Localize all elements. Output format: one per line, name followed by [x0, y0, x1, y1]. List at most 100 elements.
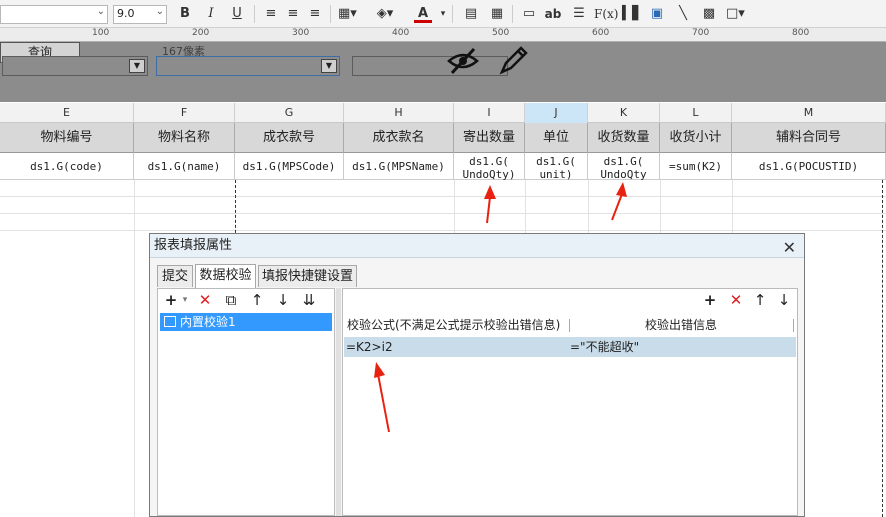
header-cell[interactable]: 收货小计 — [660, 123, 732, 153]
chart-icon[interactable]: ▍▋ — [622, 5, 642, 23]
grid-line — [134, 180, 135, 517]
annotation-arrow — [374, 362, 390, 433]
column-header-G[interactable]: G — [235, 103, 344, 123]
row-up-icon[interactable]: ↑ — [751, 291, 769, 309]
ruler-label: 500 — [492, 28, 510, 38]
data-cell[interactable]: ds1.G(POCUSTID) — [732, 153, 886, 180]
header-cell[interactable]: 成衣款名 — [344, 123, 454, 153]
separator — [452, 5, 453, 23]
font-size-select[interactable]: 9.0 ⌄ — [113, 5, 167, 24]
header-cell[interactable]: 辅料合同号 — [732, 123, 886, 153]
tab-submit[interactable]: 提交 — [157, 265, 193, 287]
validation-item[interactable]: 内置校验1 — [160, 313, 332, 331]
font-size-value: 9.0 — [117, 7, 135, 20]
ruler-label: 800 — [792, 28, 810, 38]
header-cell[interactable]: 物料名称 — [134, 123, 235, 153]
split-cells-icon[interactable]: ▦ — [488, 5, 506, 23]
grid-line — [0, 213, 886, 214]
dialog-title: 报表填报属性 — [154, 238, 233, 253]
data-cell[interactable]: =sum(K2) — [660, 153, 732, 180]
bold-button[interactable]: B — [176, 5, 194, 23]
font-color-dropdown[interactable]: ▾ — [434, 5, 452, 23]
data-cell[interactable]: ds1.G(MPSCode) — [235, 153, 344, 180]
column-divider — [793, 319, 794, 332]
align-center-icon[interactable]: ≡ — [284, 5, 302, 23]
font-name-select[interactable]: ⌄ — [0, 5, 108, 24]
chevron-down-icon: ⌄ — [96, 6, 105, 17]
separator — [330, 5, 331, 23]
formula-icon[interactable]: F(x) — [594, 5, 618, 23]
calculator-icon[interactable]: ▩ — [700, 5, 718, 23]
move-up-icon[interactable]: ↑ — [248, 291, 266, 309]
column-header-H[interactable]: H — [344, 103, 454, 123]
data-cell[interactable]: ds1.G(code) — [0, 153, 134, 180]
data-cell[interactable]: ds1.G( UndoQty — [588, 153, 660, 180]
validation-detail-pane: + ✕ ↑ ↓ 校验公式(不满足公式提示校验出错信息) 校验出错信息 =K2>i… — [342, 288, 798, 516]
formula-cell[interactable]: =K2>i2 — [346, 337, 393, 357]
combo-dropdown-button[interactable]: ▼ — [321, 59, 337, 73]
message-cell[interactable]: ="不能超收" — [570, 337, 639, 357]
ruler-label: 300 — [292, 28, 310, 38]
paragraph-icon[interactable]: ☰ — [570, 5, 588, 23]
parameter-panel: 像素 167像素 ▼ ▼ 查询 — [0, 42, 886, 102]
close-icon[interactable]: ✕ — [783, 236, 796, 260]
formula-column-header: 校验公式(不满足公式提示校验出错信息) — [347, 318, 561, 332]
header-cell[interactable]: 寄出数量 — [454, 123, 525, 153]
annotation-arrow — [611, 182, 627, 221]
ruler-label: 200 — [192, 28, 210, 38]
column-divider — [569, 319, 570, 332]
header-cell[interactable]: 成衣款号 — [235, 123, 344, 153]
font-color-icon[interactable]: A — [414, 5, 432, 23]
combo-dropdown-button[interactable]: ▼ — [129, 59, 145, 73]
validation-row[interactable]: =K2>i2 ="不能超收" — [344, 337, 796, 357]
horizontal-ruler: 100 200 300 400 500 600 700 800 — [0, 28, 886, 42]
merge-cells-icon[interactable]: ▤ — [462, 5, 480, 23]
text-format-icon[interactable]: ab — [544, 5, 562, 23]
delete-row-icon[interactable]: ✕ — [727, 291, 745, 309]
copy-icon[interactable]: ⧉ — [222, 291, 240, 309]
column-header-J[interactable]: J — [525, 103, 588, 123]
tab-data-validation[interactable]: 数据校验 — [195, 264, 256, 288]
column-header-K[interactable]: K — [588, 103, 660, 123]
pane-splitter[interactable] — [336, 288, 341, 516]
report-fill-properties-dialog: 报表填报属性 ✕ 提交 数据校验 填报快捷键设置 + ▾ ✕ ⧉ ↑ ↓ ⇊ 内… — [149, 233, 805, 517]
edit-pencil-icon[interactable] — [498, 44, 530, 76]
fill-color-icon[interactable]: ◈▾ — [376, 5, 394, 23]
data-cell[interactable]: ds1.G(MPSName) — [344, 153, 454, 180]
border-icon[interactable]: ▦▾ — [338, 5, 357, 23]
delete-icon[interactable]: ✕ — [196, 291, 214, 309]
column-header-E[interactable]: E — [0, 103, 134, 123]
move-down-icon[interactable]: ↓ — [274, 291, 292, 309]
underline-button[interactable]: U — [228, 5, 246, 23]
tab-shortcut-settings[interactable]: 填报快捷键设置 — [258, 265, 357, 287]
cell-border-icon[interactable]: □▾ — [726, 5, 745, 23]
add-dropdown-icon[interactable]: ▾ — [176, 291, 194, 309]
param-combo-2[interactable]: ▼ — [156, 56, 340, 76]
column-header-M[interactable]: M — [732, 103, 886, 123]
param-input-3[interactable] — [352, 56, 508, 76]
column-header-I[interactable]: I — [454, 103, 525, 123]
dialog-title-bar: 报表填报属性 ✕ — [150, 234, 804, 258]
header-cell[interactable]: 物料编号 — [0, 123, 134, 153]
data-cell[interactable]: ds1.G( unit) — [525, 153, 588, 180]
header-cell[interactable]: 单位 — [525, 123, 588, 153]
image-icon[interactable]: ▣ — [648, 5, 666, 23]
header-cell[interactable]: 收货数量 — [588, 123, 660, 153]
italic-button[interactable]: I — [202, 5, 220, 23]
column-header-L[interactable]: L — [660, 103, 732, 123]
row-down-icon[interactable]: ↓ — [775, 291, 793, 309]
text-field-icon[interactable]: ▭ — [520, 5, 538, 23]
data-cell[interactable]: ds1.G(name) — [134, 153, 235, 180]
move-bottom-icon[interactable]: ⇊ — [300, 291, 318, 309]
slash-icon[interactable]: ╲ — [674, 5, 692, 23]
align-right-icon[interactable]: ≡ — [306, 5, 324, 23]
toolbar: ⌄ 9.0 ⌄ B I U ≡ ≡ ≡ ▦▾ ◈▾ A ▾ ▤ ▦ ▭ ab ☰ … — [0, 0, 886, 28]
align-left-icon[interactable]: ≡ — [262, 5, 280, 23]
report-header-row: 物料编号 物料名称 成衣款号 成衣款名 寄出数量 单位 收货数量 收货小计 辅料… — [0, 123, 886, 153]
data-cell[interactable]: ds1.G( UndoQty) — [454, 153, 525, 180]
hidden-eye-icon[interactable] — [446, 46, 480, 76]
param-combo-1[interactable]: ▼ — [2, 56, 148, 76]
report-data-row: ds1.G(code) ds1.G(name) ds1.G(MPSCode) d… — [0, 153, 886, 180]
add-row-icon[interactable]: + — [701, 291, 719, 309]
column-header-F[interactable]: F — [134, 103, 235, 123]
